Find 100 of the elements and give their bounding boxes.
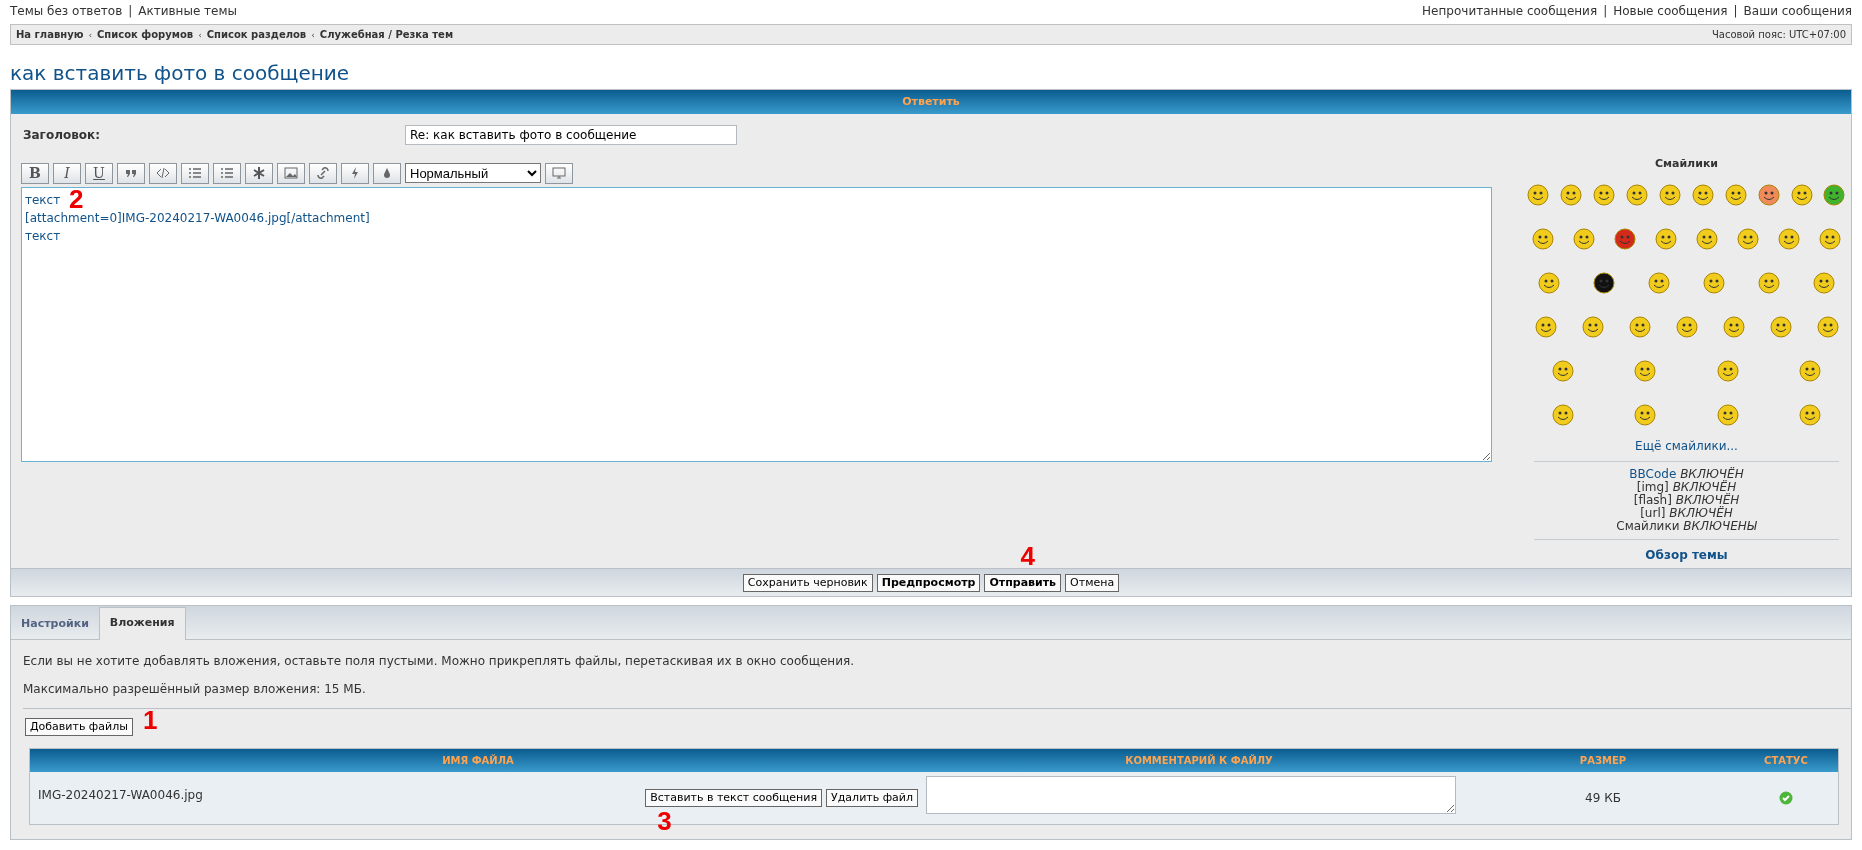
smiley-icon[interactable]: [1778, 227, 1801, 250]
lightning-button[interactable]: [341, 162, 369, 184]
smiley-icon[interactable]: [1823, 183, 1846, 206]
chevron-icon: ‹: [311, 29, 315, 40]
smiley-icon[interactable]: [1724, 183, 1747, 206]
smiley-icon[interactable]: [1722, 315, 1745, 338]
quote-button[interactable]: [117, 162, 145, 184]
smiley-icon[interactable]: [1702, 271, 1725, 294]
smiley-icon[interactable]: [1659, 183, 1681, 206]
annotation-number: 3: [657, 808, 672, 834]
more-smilies-link[interactable]: Ещё смайлики...: [1522, 436, 1851, 455]
form-button[interactable]: Сохранить черновик: [742, 573, 873, 592]
form-button[interactable]: Отмена: [1065, 573, 1120, 592]
monitor-button[interactable]: [545, 162, 573, 184]
panel-header: Ответить: [11, 90, 1851, 114]
top-link[interactable]: Новые сообщения: [1613, 4, 1728, 18]
file-action-button[interactable]: Удалить файл: [826, 789, 918, 807]
column-heading: КОММЕНТАРИЙ К ФАЙЛУ: [1124, 753, 1274, 768]
smilies-heading: Смайлики: [1653, 156, 1720, 172]
column-heading: РАЗМЕР: [1578, 753, 1628, 768]
option-state: ВКЛЮЧЕНЫ: [1683, 518, 1757, 533]
file-name-link[interactable]: IMG-20240217-WA0046.jpg: [38, 785, 203, 804]
smiley-icon[interactable]: [1816, 315, 1839, 338]
option-state: ВКЛЮЧЁН: [1680, 466, 1744, 481]
smiley-icon[interactable]: [1538, 271, 1561, 294]
smiley-icon[interactable]: [1534, 315, 1557, 338]
top-link[interactable]: Активные темы: [138, 4, 238, 18]
smiley-icon[interactable]: [1613, 227, 1636, 250]
option-name: [flash]: [1633, 492, 1672, 507]
smiley-icon[interactable]: [1819, 227, 1842, 250]
page-title: как вставить фото в сообщение: [10, 61, 351, 85]
smiley-icon[interactable]: [1552, 359, 1575, 382]
smiley-icon[interactable]: [1757, 183, 1780, 206]
smiley-icon[interactable]: [1593, 271, 1616, 294]
smiley-icon[interactable]: [1552, 403, 1575, 426]
smiley-icon[interactable]: [1572, 227, 1595, 250]
smiley-icon[interactable]: [1769, 315, 1792, 338]
list-button[interactable]: [181, 162, 209, 184]
smiley-icon[interactable]: [1798, 359, 1821, 382]
subject-field[interactable]: Re: как вставить фото в сообщение: [405, 125, 737, 145]
form-button[interactable]: Отправить: [984, 573, 1062, 592]
italic-button[interactable]: I: [53, 162, 81, 184]
smiley-icon[interactable]: [1812, 271, 1835, 294]
smiley-icon[interactable]: [1675, 315, 1698, 338]
comment-field[interactable]: [926, 776, 1456, 814]
drop-button[interactable]: [373, 162, 401, 184]
separator: |: [1733, 4, 1738, 18]
code-button[interactable]: [149, 162, 177, 184]
field-label: Заголовок:: [23, 127, 101, 144]
option-link[interactable]: BBCode: [1629, 466, 1677, 481]
option-state: ВКЛЮЧЁН: [1675, 492, 1740, 507]
smiley-icon[interactable]: [1626, 183, 1649, 206]
code-icon: [156, 166, 170, 180]
asterisk-button[interactable]: [245, 162, 273, 184]
smiley-icon[interactable]: [1716, 359, 1739, 382]
breadcrumb-link[interactable]: Список разделов: [206, 28, 307, 40]
smiley-icon[interactable]: [1691, 183, 1714, 206]
top-link[interactable]: Ваши сообщения: [1743, 4, 1852, 18]
monitor-icon: [552, 166, 566, 180]
smiley-icon[interactable]: [1790, 183, 1813, 206]
smiley-icon[interactable]: [1737, 227, 1760, 250]
smiley-icon[interactable]: [1527, 183, 1550, 206]
smiley-icon[interactable]: [1560, 183, 1583, 206]
bold-button[interactable]: B: [21, 162, 49, 184]
numbered-list-button[interactable]: [213, 162, 241, 184]
smiley-icon[interactable]: [1581, 315, 1604, 338]
link-icon: [316, 166, 330, 180]
smiley-icon[interactable]: [1654, 227, 1677, 250]
topic-review-link[interactable]: Обзор темы: [1522, 545, 1851, 564]
chevron-icon: ‹: [198, 29, 202, 40]
smiley-icon[interactable]: [1628, 315, 1651, 338]
smiley-icon[interactable]: [1648, 271, 1671, 294]
chevron-icon: ‹: [88, 29, 92, 40]
smiley-icon[interactable]: [1798, 403, 1821, 426]
breadcrumb-link[interactable]: Служебная / Резка тем: [319, 28, 454, 40]
file-action-button[interactable]: Вставить в текст сообщения: [645, 789, 823, 807]
top-link[interactable]: Непрочитанные сообщения: [1422, 4, 1598, 18]
smiley-icon[interactable]: [1696, 227, 1719, 250]
image-button[interactable]: [277, 162, 305, 184]
top-link[interactable]: Темы без ответов: [10, 4, 123, 18]
smiley-icon[interactable]: [1716, 403, 1739, 426]
file-size: 49 КБ: [1584, 789, 1622, 807]
breadcrumb-link[interactable]: Список форумов: [97, 28, 194, 40]
link-button[interactable]: [309, 162, 337, 184]
smiley-icon[interactable]: [1757, 271, 1780, 294]
underline-button[interactable]: U: [85, 162, 113, 184]
note-text: Если вы не хотите добавлять вложения, оставьте поля пустыми. Можно прикреплять файлы, перетаскивая их в окно сообщения.: [23, 652, 855, 670]
add-files-button[interactable]: Добавить файлы: [25, 717, 133, 736]
column-heading: ИМЯ ФАЙЛА: [441, 753, 515, 768]
tab[interactable]: Настройки: [11, 609, 99, 639]
breadcrumb-link[interactable]: На главную: [16, 28, 84, 40]
smiley-icon[interactable]: [1593, 183, 1616, 206]
numbered-list-icon: [220, 166, 234, 180]
smiley-icon[interactable]: [1634, 359, 1657, 382]
smiley-icon[interactable]: [1634, 403, 1657, 426]
form-button[interactable]: Предпросмотр: [876, 573, 981, 592]
smiley-icon[interactable]: [1531, 227, 1554, 250]
tab[interactable]: Вложения: [98, 606, 186, 640]
separator: |: [128, 4, 133, 18]
font-size-select[interactable]: Нормальный: [405, 163, 541, 183]
